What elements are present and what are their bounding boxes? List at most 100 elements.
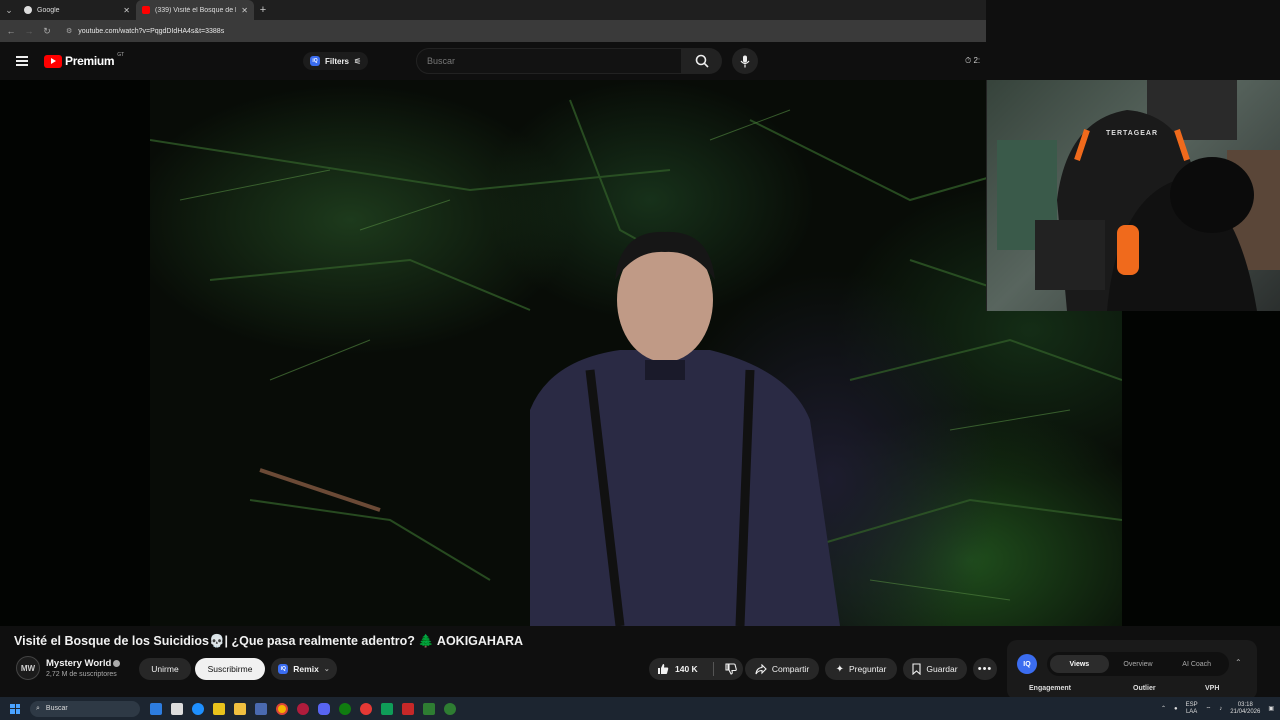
wifi-icon[interactable]: ⌔ [1206,705,1212,713]
edge-icon[interactable] [192,702,204,715]
tab-title: (339) Visité el Bosque de los Su [155,6,236,14]
voice-search-button[interactable] [732,48,758,74]
like-dislike-group: 140 K [649,658,743,680]
like-count: 140 K [675,664,698,674]
windows-taskbar: ⌕ Buscar ⌃ ● ESP LAA ⌔ ♪ 03:18 21/04/202… [0,697,1280,720]
address-bar: ← → ↻ ⚙ youtube.com/watch?v=PqgdDIdHA4s&t… [0,20,986,42]
collapse-chevron-icon[interactable]: ⌃ [1235,658,1242,667]
youtube-logo[interactable]: Premium GT [44,52,124,68]
taskbar-search-label: Buscar [45,705,68,712]
video-title: Visité el Bosque de los Suicidios💀| ¿Que… [14,634,524,648]
verified-badge-icon [113,659,121,667]
share-icon [755,663,767,674]
lang-line1: ESP [1185,701,1198,708]
taskbar-apps [150,702,456,715]
clock[interactable]: 03:18 21/04/2026 [1230,702,1260,716]
volume-icon[interactable]: ♪ [1219,706,1222,712]
iq-analytics-panel: IQ Views Overview AI Coach ⌃ Engagement … [1007,640,1257,700]
iq-tab-group: Views Overview AI Coach [1047,652,1229,676]
url-text: youtube.com/watch?v=PqgdDIdHA4s&t=3388s [78,28,225,35]
excel-icon[interactable] [423,702,435,715]
youtube-header: Premium GT iQ Filters ⚟ ⏱ 2: [0,42,986,80]
streamer-webcam-overlay: TERTAGEAR [986,80,1280,311]
chrome-icon[interactable] [276,702,288,715]
like-divider [712,662,714,676]
sliders-icon: ⚟ [354,56,362,66]
search-box [416,48,722,74]
subscriber-count: 2,72 M de suscriptores [46,671,117,678]
remix-label: Remix [293,664,319,674]
url-field[interactable]: ⚙ youtube.com/watch?v=PqgdDIdHA4s&t=3388s [66,27,224,35]
windows-start-icon[interactable] [10,703,20,714]
discord-icon[interactable] [318,702,330,715]
tab-close-icon[interactable]: ✕ [241,6,248,15]
file-icon[interactable] [171,702,183,715]
thumbs-down-icon[interactable] [725,663,737,675]
subscribe-label: Suscribirme [207,664,253,674]
folder-icon[interactable] [234,702,246,715]
tab-youtube[interactable]: (339) Visité el Bosque de los Su ✕ [136,0,254,20]
reload-icon[interactable]: ↻ [42,26,52,37]
vph-header: VPH [1205,685,1220,692]
tab-overview[interactable]: Overview [1109,655,1168,673]
like-button[interactable]: 140 K [657,663,698,675]
remix-button[interactable]: iQ Remix ⌄ [271,658,337,680]
video-frame[interactable] [150,80,1122,626]
screen: ⌄ Google ✕ (339) Visité el Bosque de los… [0,0,1280,720]
youtube-favicon-icon [142,6,150,14]
tab-google[interactable]: Google ✕ [18,0,136,20]
join-button[interactable]: Unirme [139,658,191,680]
xbox-icon[interactable] [339,702,351,715]
tab-views[interactable]: Views [1050,655,1109,673]
outlier-header: Outlier [1133,685,1156,692]
store-icon[interactable] [255,702,267,715]
search-button[interactable] [682,48,722,74]
play-icon[interactable] [381,702,393,715]
chevron-down-icon: ⌄ [323,666,330,673]
tab-search-icon[interactable]: ⌄ [0,0,18,20]
save-button[interactable]: Guardar [903,658,967,680]
lang-line2: LAA [1185,708,1198,715]
logo-text: Premium [65,54,115,68]
filters-button[interactable]: iQ Filters ⚟ [303,52,369,70]
filters-label: Filters [325,56,350,66]
share-label: Compartir [771,664,810,674]
sparkle-icon: ✦ [835,663,845,675]
calendar-icon[interactable] [402,702,414,715]
back-icon[interactable]: ← [6,26,16,36]
channel-name[interactable]: Mystery World [46,658,121,669]
video-player[interactable]: TERTAGEAR [0,80,1280,626]
taskbar-search-box[interactable]: ⌕ Buscar [30,700,140,717]
tab-ai-coach[interactable]: AI Coach [1167,655,1226,673]
forward-icon[interactable]: → [24,26,34,36]
join-label: Unirme [151,664,179,674]
iq-logo: IQ [1017,654,1037,674]
share-button[interactable]: Compartir [745,658,819,680]
channel-avatar[interactable]: MW [16,656,40,680]
ask-button[interactable]: ✦ Preguntar [825,658,897,680]
site-info-icon[interactable]: ⚙ [66,28,72,35]
search-input[interactable] [416,48,682,74]
notification-icon[interactable]: ▣ [1268,705,1274,712]
tray-overflow-icon[interactable]: ⌃ [1161,705,1166,712]
language-indicator[interactable]: ESP LAA [1186,702,1198,716]
tab-close-icon[interactable]: ✕ [123,6,130,15]
forest-scene-image [150,99,1122,626]
more-actions-button[interactable]: ••• [973,658,997,680]
iq-icon: iQ [278,664,289,674]
media-player-icon[interactable] [360,702,372,715]
notes-icon[interactable] [213,702,225,715]
microphone-icon [740,55,750,67]
menu-icon[interactable] [16,56,28,66]
microphone-tray-icon[interactable]: ● [1174,706,1178,712]
iq-icon: iQ [310,56,320,66]
widgets-icon[interactable] [150,702,162,715]
app-icon[interactable] [444,702,456,715]
opera-icon[interactable] [297,702,309,715]
subscribe-button[interactable]: Suscribirme [195,658,265,680]
channel-name-text: Mystery World [46,658,112,669]
tab-title: Google [37,6,60,14]
clock-time: 03:18 [1237,701,1253,708]
save-label: Guardar [926,664,958,674]
new-tab-button[interactable]: + [254,4,272,16]
